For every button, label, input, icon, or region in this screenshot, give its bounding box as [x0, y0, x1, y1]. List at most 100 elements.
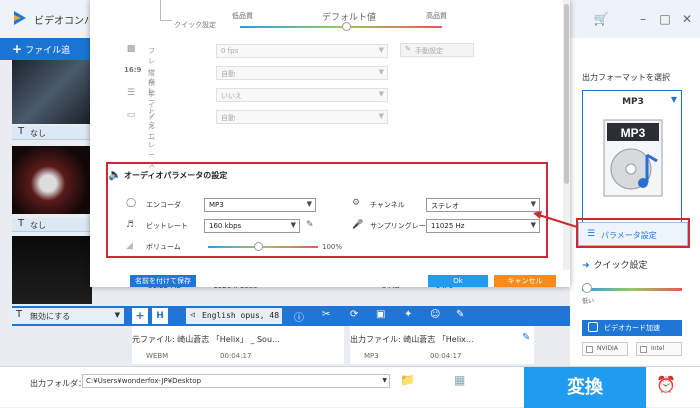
bitrate-label: ビットレート	[146, 222, 188, 230]
save-as-button[interactable]: 名前を付けて保存	[130, 275, 196, 287]
manual-settings-button[interactable]: ✎ 手動設定	[400, 43, 474, 57]
chevron-down-icon: ▼	[114, 311, 120, 319]
chevron-down-icon: ▼	[378, 46, 384, 54]
callout-arrow	[533, 211, 578, 228]
hevc-button[interactable]: H	[152, 308, 168, 324]
chevron-down-icon: ▼	[306, 200, 312, 208]
volume-label: ボリューム	[146, 243, 181, 251]
ok-button[interactable]: Ok	[428, 275, 488, 287]
subtitle-row[interactable]: T なし	[12, 218, 92, 232]
cart-icon[interactable]: 🛒	[590, 8, 612, 30]
manual-settings-label: 手動設定	[415, 47, 443, 55]
quality-slider[interactable]	[582, 288, 682, 291]
folder-icon[interactable]: 📁	[400, 373, 415, 387]
encoder-select[interactable]: MP3 ▼	[204, 198, 316, 212]
add-files-label: ファイル追	[25, 46, 71, 56]
edit-icon[interactable]: ✎	[456, 309, 464, 320]
bitrate-value: 160 kbps	[209, 222, 242, 230]
frame-rate-select[interactable]: 0 fps ▼	[216, 44, 388, 58]
video-thumbnail[interactable]	[12, 60, 92, 124]
cancel-button[interactable]: キャンセル	[494, 275, 556, 287]
bitrate-select[interactable]: 160 kbps ▼	[204, 219, 300, 233]
volume-slider[interactable]	[208, 246, 318, 248]
svg-text:MP3: MP3	[621, 126, 646, 140]
maximize-icon[interactable]: □	[654, 8, 676, 30]
chevron-down-icon: ▼	[378, 112, 384, 120]
scrollbar-thumb[interactable]	[564, 4, 569, 184]
low-quality-label: 低い	[582, 298, 595, 305]
info-icon[interactable]: ⓘ	[294, 309, 304, 324]
norm-select[interactable]: 自動 ▼	[216, 110, 388, 124]
audio-track-select[interactable]: ◁ English opus, 48	[186, 308, 282, 324]
output-duration: 00:04:17	[430, 352, 462, 360]
norm-label: ノルム	[148, 113, 155, 141]
sample-rate-value: 11025 Hz	[431, 222, 465, 230]
text-icon: T	[18, 126, 25, 137]
output-file-row: 出力ファイル: 崎山蒼志 「Helix... MP3 00:04:17	[350, 326, 534, 364]
app-window: ビデオコンバ 🛒 – □ ✕ +ファイル追 T なし T なし 31.22 MB…	[0, 0, 700, 408]
deinterlace-select[interactable]: いいえ ▼	[216, 88, 388, 102]
pencil-icon[interactable]: ✎	[306, 220, 314, 230]
quick-settings-label: ➜ クイック設定	[582, 258, 648, 271]
volume-icon: ◢	[126, 241, 133, 251]
speaker-icon: ◯	[126, 198, 137, 208]
chevron-down-icon: ▼	[382, 377, 387, 384]
rotate-icon[interactable]: ⟳	[350, 309, 358, 320]
edit-output-icon[interactable]: ✎	[522, 332, 530, 343]
sample-rate-label: サンプリングレート	[370, 222, 433, 230]
app-logo-icon	[14, 11, 26, 25]
watermark-icon[interactable]: ☺	[430, 309, 440, 320]
output-folder-label: 出力フォルダ：	[30, 379, 86, 388]
subtitle-select[interactable]: T 無効にする ▼	[12, 308, 124, 324]
microphone-icon: 🎤	[352, 220, 364, 230]
chevron-down-icon: ▼	[290, 221, 296, 229]
speaker-gear-icon: 🔈	[108, 168, 122, 181]
chevron-down-icon: ▼	[378, 68, 384, 76]
output-format: MP3	[364, 352, 379, 360]
parameter-button-highlight	[576, 218, 690, 248]
tree-line	[160, 20, 172, 21]
quality-slider-knob[interactable]	[342, 22, 351, 31]
effects-icon[interactable]: ✦	[404, 309, 412, 320]
cut-icon[interactable]: ✂	[322, 309, 330, 320]
close-icon[interactable]: ✕	[676, 8, 698, 30]
output-file-name: 出力ファイル: 崎山蒼志 「Helix...	[350, 335, 474, 344]
text-icon: T	[18, 218, 25, 229]
aspect-ratio-select[interactable]: 自動 ▼	[216, 66, 388, 80]
quality-slider[interactable]	[240, 26, 442, 28]
norm-value: 自動	[221, 114, 235, 122]
subtitle-select-value: 無効にする	[30, 312, 71, 321]
subtitle-row[interactable]: T なし	[12, 126, 92, 140]
gpu-acceleration-label: ビデオカード加速	[604, 324, 660, 332]
volume-slider-knob[interactable]	[254, 242, 263, 251]
video-thumbnail[interactable]	[12, 146, 92, 214]
checkbox-icon	[640, 346, 647, 353]
video-thumbnail[interactable]	[12, 236, 92, 304]
format-panel-title: 出力フォーマットを選択	[582, 73, 670, 82]
encoder-label: エンコーダ	[146, 201, 181, 209]
alarm-clock-icon[interactable]: ⏰	[656, 375, 676, 394]
quick-settings-text: クイック設定	[593, 261, 648, 271]
crop-icon[interactable]: ▣	[376, 309, 385, 320]
chevron-down-icon: ▼	[670, 95, 677, 104]
sample-rate-select[interactable]: 11025 Hz ▼	[426, 219, 540, 233]
minimize-icon[interactable]: –	[632, 8, 654, 30]
intel-checkbox[interactable]: Intel	[636, 342, 682, 356]
parameter-dialog: クイック設定 低品質 デフォルト値 高品質 ▩ フレームレート 0 fps ▼ ✎…	[90, 0, 570, 287]
output-folder-select[interactable]: C:¥Users¥wonderfox-JP¥Desktop ▼	[82, 374, 390, 388]
convert-button[interactable]: 変換	[524, 367, 646, 408]
source-duration: 00:04:17	[220, 352, 252, 360]
add-files-button[interactable]: + ファイル追	[12, 42, 70, 56]
format-panel: 出力フォーマットを選択 MP3 ▼ MP3 ☰ パラメータ設定 ➜ クイック設定 …	[570, 38, 700, 366]
selected-format: MP3	[622, 97, 644, 107]
add-subtitle-button[interactable]: +	[132, 308, 148, 324]
text-icon: T	[16, 309, 23, 320]
gpu-acceleration-button[interactable]: ビデオカード加速	[582, 320, 682, 336]
trim-icon[interactable]: ▦	[454, 373, 465, 387]
checkbox-icon	[586, 346, 593, 353]
channel-select[interactable]: ステレオ ▼	[426, 198, 540, 212]
quality-slider-knob[interactable]	[582, 283, 592, 293]
high-quality-label: 高品質	[426, 12, 447, 20]
default-quality-label: デフォルト値	[322, 13, 377, 23]
nvidia-checkbox[interactable]: NVIDIA	[582, 342, 628, 356]
